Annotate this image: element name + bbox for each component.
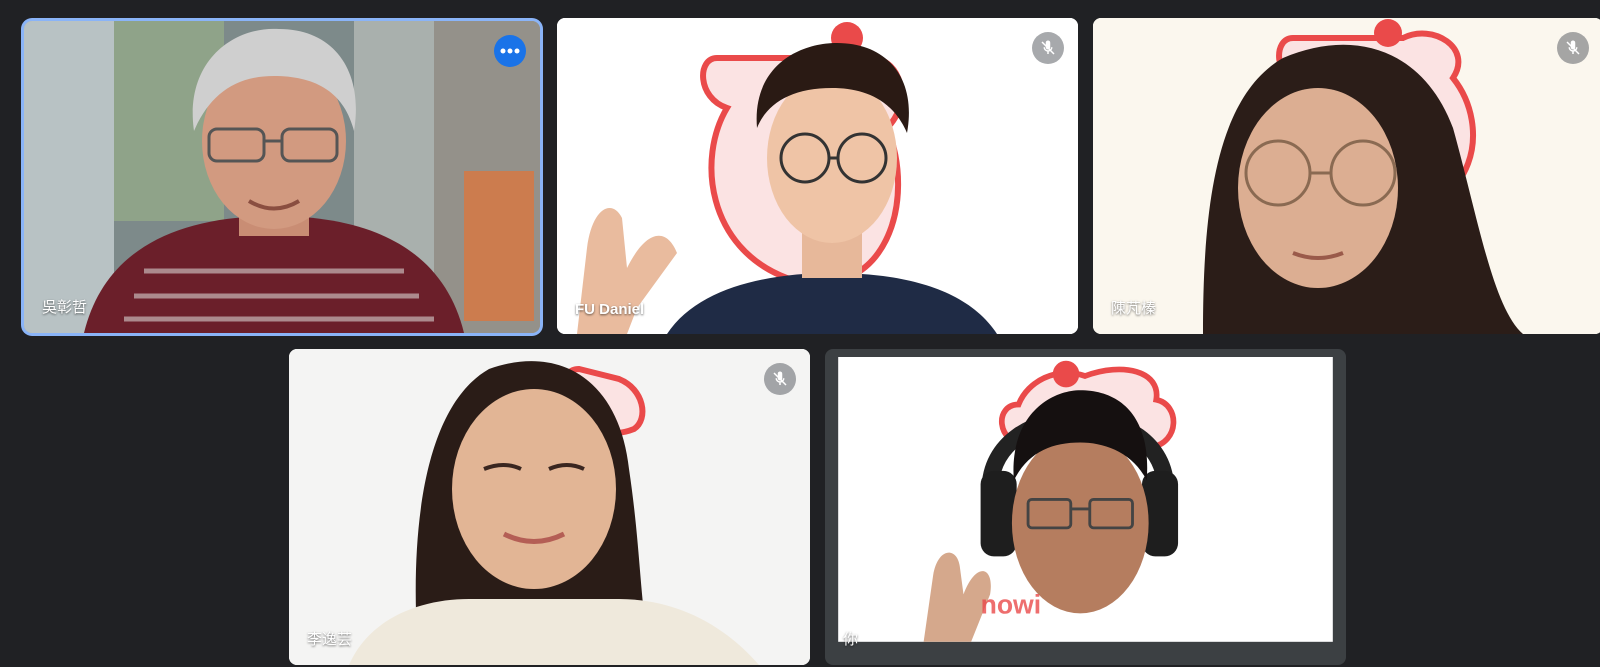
participant-tile-2[interactable]: FU Daniel — [557, 18, 1078, 334]
participant-video-2 — [557, 18, 1078, 334]
participant-name: 你 — [843, 631, 859, 648]
mic-off-icon — [773, 371, 787, 386]
muted-indicator — [1032, 32, 1064, 64]
participant-name: 吳彰哲 — [42, 299, 88, 316]
participant-tile-4[interactable]: 李逸芸 — [289, 349, 810, 665]
muted-indicator — [764, 363, 796, 395]
participant-name: 陳芃榛 — [1111, 300, 1157, 317]
more-horiz-icon — [500, 48, 520, 54]
participant-tile-1[interactable]: 吳彰哲 — [24, 21, 540, 333]
participant-video-3 — [1093, 18, 1600, 334]
svg-text:nowi: nowi — [981, 589, 1042, 619]
participant-video-1 — [24, 21, 540, 333]
mic-off-icon — [1566, 40, 1580, 55]
participant-name: FU Daniel — [575, 301, 645, 318]
participant-tile-3[interactable]: 陳芃榛 — [1093, 18, 1600, 334]
participant-video-4 — [289, 349, 810, 665]
mic-off-icon — [1041, 40, 1055, 55]
participant-video-self: nowi — [838, 357, 1333, 642]
muted-indicator — [1557, 32, 1589, 64]
participant-tile-self[interactable]: nowi 你 — [825, 349, 1346, 665]
participant-name: 李逸芸 — [307, 631, 353, 648]
more-options-button[interactable] — [494, 35, 526, 67]
